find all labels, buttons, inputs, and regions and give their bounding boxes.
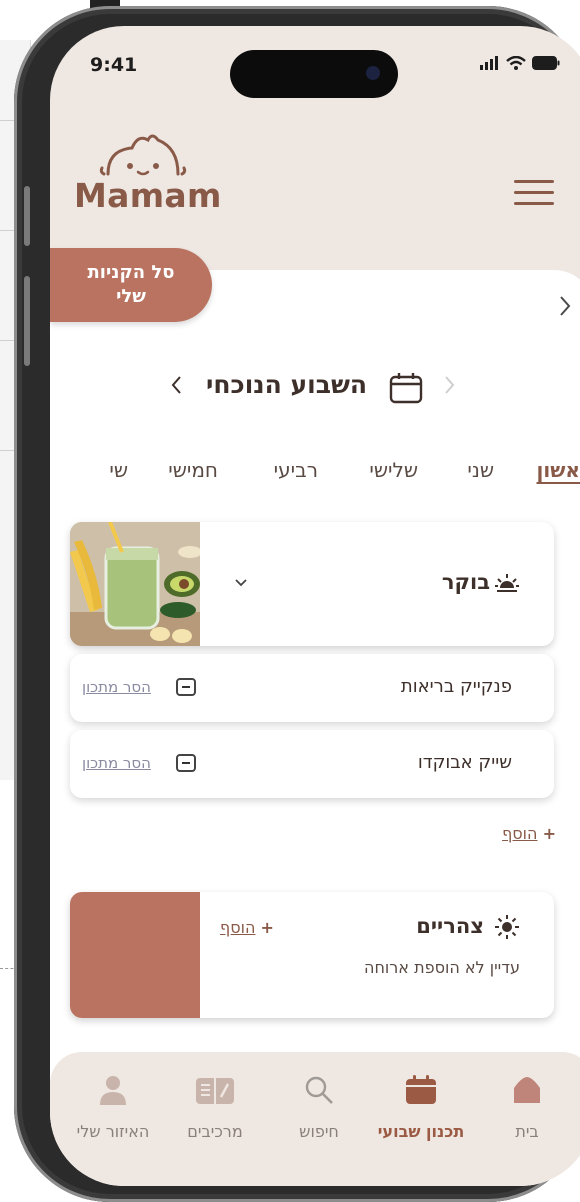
signal-icon [480,56,500,70]
home-icon [511,1074,543,1106]
chevron-right-disabled-icon[interactable] [444,374,456,402]
remove-minus-icon[interactable] [176,754,196,772]
day-tabs: ראשון שני שלישי רביעי חמישי שי [50,458,580,494]
tab-day-tuesday[interactable]: שלישי [369,458,418,482]
recipe-row: פנקייק בריאות הסר מתכון [70,654,554,722]
app-screen: 9:41 Mamam [50,26,580,1186]
meal-card-lunch[interactable]: צהריים + הוסף עדיין לא הוספת ארוחה [70,892,554,1018]
recipe-name: שייק אבוקדו [418,752,512,773]
meal-title-morning: בוקר [442,570,490,594]
phone-frame: 9:41 Mamam [14,6,580,1202]
recipe-row: שייק אבוקדו הסר מתכון [70,730,554,798]
remove-recipe-link[interactable]: הסר מתכון [82,678,151,696]
add-plus: + [543,824,556,843]
sun-icon [494,914,520,940]
add-link: הוסף [220,918,255,937]
meal-card-morning[interactable]: בוקר [70,522,554,646]
tab-day-thursday[interactable]: חמישי [168,458,218,482]
wifi-icon [506,56,526,70]
tab-day-monday[interactable]: שני [467,458,494,482]
chevron-right-icon[interactable] [558,294,572,324]
status-icons [480,56,560,70]
calendar-icon [404,1074,438,1106]
cart-label-line1: סל הקניות [50,261,212,285]
sunrise-icon [494,572,520,596]
book-icon [195,1074,235,1106]
add-recipe-lunch[interactable]: + הוסף [220,918,274,937]
remove-minus-icon[interactable] [176,678,196,696]
cart-label-line2: שלי [50,285,212,309]
chevron-down-icon[interactable] [234,578,248,588]
search-icon [303,1074,335,1106]
camera-icon [366,66,380,80]
hamburger-menu-icon[interactable] [514,180,554,206]
add-recipe-morning[interactable]: + הוסף [502,824,556,843]
remove-recipe-link[interactable]: הסר מתכון [82,754,151,772]
status-time: 9:41 [90,54,137,76]
recipe-name: פנקייק בריאות [401,676,512,697]
tab-day-wednesday[interactable]: רביעי [274,458,318,482]
chevron-left-icon[interactable] [170,374,182,402]
meal-title-lunch: צהריים [416,914,484,938]
avocado-smoothie-image [70,522,200,646]
empty-meal-text: עדיין לא הוספת ארוחה [364,958,520,977]
user-icon [97,1074,129,1106]
battery-icon [532,56,560,70]
week-selector: השבוע הנוכחי [50,370,580,410]
brand-name: Mamam [74,176,222,215]
tab-day-sunday[interactable]: ראשון [537,458,580,482]
bottom-nav: בית תכנון שבועי חיפוש [50,1052,580,1186]
add-link: הוסף [502,824,537,843]
dynamic-island [230,50,398,98]
add-plus: + [261,918,274,937]
calendar-icon [389,372,423,404]
phone-side-button [24,276,30,366]
nav-my-area-label: האיזור שלי [50,1122,178,1141]
meal-image-placeholder [70,892,200,1018]
week-title: השבוע הנוכחי [206,370,367,399]
phone-side-button [24,186,30,246]
tab-day-friday[interactable]: שי [109,458,128,482]
shopping-cart-button[interactable]: סל הקניות שלי [50,248,212,322]
